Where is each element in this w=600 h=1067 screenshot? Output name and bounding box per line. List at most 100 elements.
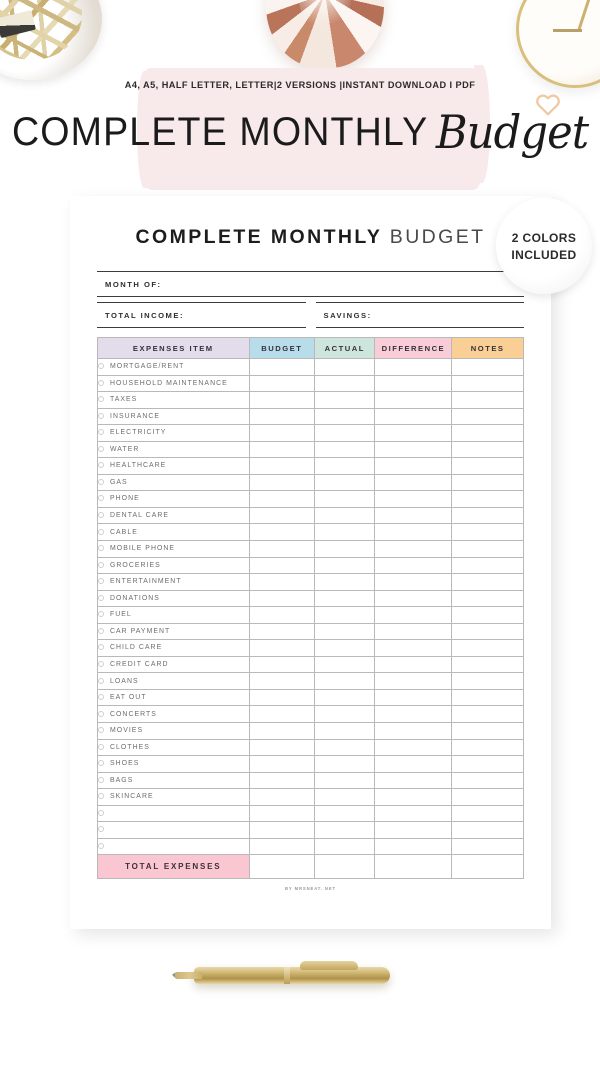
checkbox-circle-icon[interactable] [98,842,104,849]
actual-cell[interactable] [314,589,376,608]
budget-cell[interactable] [248,622,316,641]
actual-cell[interactable] [314,639,376,657]
budget-cell[interactable] [248,837,316,856]
notes-cell[interactable] [451,556,524,575]
difference-cell[interactable] [374,473,453,492]
expense-item-cell[interactable]: EAT OUT [97,688,250,707]
checkbox-circle-icon[interactable] [98,478,104,485]
checkbox-circle-icon[interactable] [98,594,104,601]
actual-cell[interactable] [314,622,376,641]
budget-cell[interactable] [248,804,316,823]
expense-item-cell[interactable]: DONATIONS [97,589,250,608]
checkbox-circle-icon[interactable] [98,793,104,800]
checkbox-circle-icon[interactable] [98,826,104,833]
expense-item-cell[interactable] [97,837,250,856]
notes-cell[interactable] [451,738,524,757]
difference-cell[interactable] [374,457,453,475]
difference-cell[interactable] [374,755,453,773]
budget-cell[interactable] [248,457,316,475]
budget-cell[interactable] [248,738,316,757]
notes-cell[interactable] [451,837,524,856]
checkbox-circle-icon[interactable] [98,379,104,386]
difference-cell[interactable] [374,424,453,442]
notes-cell[interactable] [451,771,524,790]
difference-cell[interactable] [374,804,453,823]
budget-cell[interactable] [248,440,316,459]
difference-cell[interactable] [374,440,453,459]
actual-cell[interactable] [314,821,376,839]
checkbox-circle-icon[interactable] [98,545,104,552]
notes-cell[interactable] [451,407,524,426]
notes-cell[interactable] [451,622,524,641]
expense-item-cell[interactable] [97,804,250,823]
expense-item-cell[interactable]: CHILD CARE [97,639,250,657]
difference-cell[interactable] [374,672,453,690]
budget-cell[interactable] [248,705,316,724]
notes-cell[interactable] [451,722,524,740]
notes-cell[interactable] [451,821,524,839]
budget-cell[interactable] [248,771,316,790]
expense-item-cell[interactable]: GAS [97,473,250,492]
checkbox-circle-icon[interactable] [98,495,104,502]
expense-item-cell[interactable]: SKINCARE [97,788,250,806]
notes-cell[interactable] [451,705,524,724]
actual-cell[interactable] [314,837,376,856]
actual-cell[interactable] [314,738,376,757]
expense-item-cell[interactable] [97,821,250,839]
notes-cell[interactable] [451,655,524,674]
notes-cell[interactable] [451,804,524,823]
actual-cell[interactable] [314,688,376,707]
budget-cell[interactable] [248,639,316,657]
expense-item-cell[interactable]: TAXES [97,391,250,409]
checkbox-circle-icon[interactable] [98,694,104,701]
checkbox-circle-icon[interactable] [98,512,104,519]
expense-item-cell[interactable]: MOVIES [97,722,250,740]
budget-cell[interactable] [248,573,316,591]
actual-cell[interactable] [314,440,376,459]
difference-cell[interactable] [374,589,453,608]
actual-cell[interactable] [314,391,376,409]
budget-cell[interactable] [248,606,316,624]
checkbox-circle-icon[interactable] [98,677,104,684]
expense-item-cell[interactable]: HOUSEHOLD MAINTENANCE [97,374,250,393]
actual-cell[interactable] [314,374,376,393]
difference-cell[interactable] [374,722,453,740]
checkbox-circle-icon[interactable] [98,809,104,816]
difference-cell[interactable] [374,771,453,790]
budget-cell[interactable] [248,655,316,674]
budget-cell[interactable] [248,688,316,707]
budget-cell[interactable] [248,821,316,839]
notes-cell[interactable] [451,374,524,393]
checkbox-circle-icon[interactable] [98,760,104,767]
checkbox-circle-icon[interactable] [98,743,104,750]
checkbox-circle-icon[interactable] [98,644,104,651]
difference-cell[interactable] [374,705,453,724]
budget-cell[interactable] [248,556,316,575]
checkbox-circle-icon[interactable] [98,561,104,568]
expense-item-cell[interactable]: CONCERTS [97,705,250,724]
expense-item-cell[interactable]: CREDIT CARD [97,655,250,674]
notes-cell[interactable] [451,540,524,558]
savings-field[interactable]: SAVINGS: [315,302,524,328]
notes-cell[interactable] [451,358,524,376]
checkbox-circle-icon[interactable] [98,528,104,535]
difference-cell[interactable] [374,655,453,674]
checkbox-circle-icon[interactable] [98,412,104,419]
total-difference-cell[interactable] [374,854,453,880]
budget-cell[interactable] [248,374,316,393]
notes-cell[interactable] [451,755,524,773]
notes-cell[interactable] [451,606,524,624]
difference-cell[interactable] [374,556,453,575]
expense-item-cell[interactable]: CLOTHES [97,738,250,757]
actual-cell[interactable] [314,672,376,690]
difference-cell[interactable] [374,523,453,542]
checkbox-circle-icon[interactable] [98,710,104,717]
actual-cell[interactable] [314,755,376,773]
actual-cell[interactable] [314,804,376,823]
difference-cell[interactable] [374,407,453,426]
actual-cell[interactable] [314,573,376,591]
expense-item-cell[interactable]: MOBILE PHONE [97,540,250,558]
actual-cell[interactable] [314,407,376,426]
difference-cell[interactable] [374,391,453,409]
difference-cell[interactable] [374,506,453,525]
